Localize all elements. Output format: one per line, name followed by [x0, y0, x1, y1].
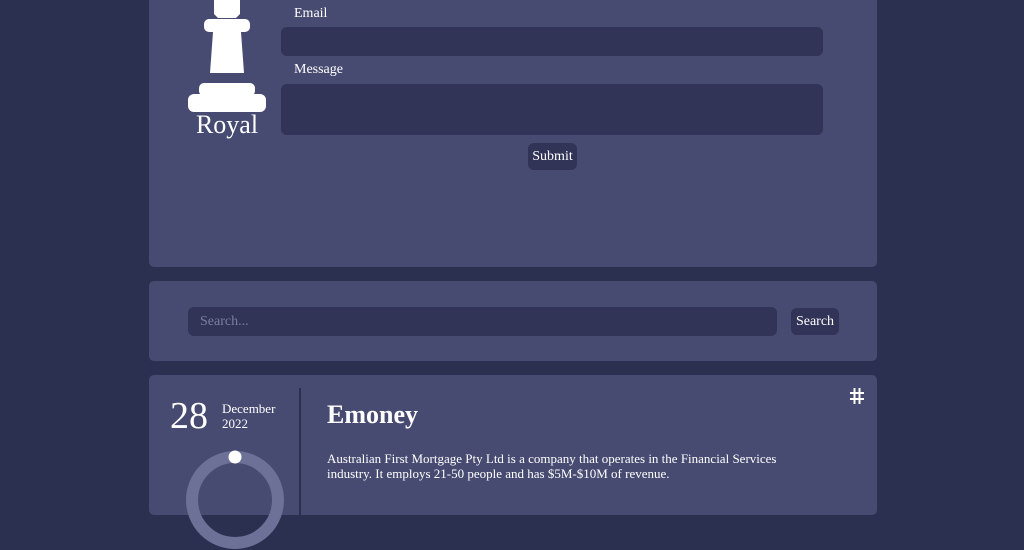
search-panel: Search: [149, 281, 877, 361]
message-field[interactable]: [281, 84, 823, 135]
post-date-month: December: [222, 401, 276, 416]
submit-button[interactable]: Submit: [528, 143, 577, 170]
chess-rook-icon: [188, 0, 266, 112]
message-label: Message: [294, 62, 343, 77]
hash-icon[interactable]: [849, 387, 865, 405]
post-date-day: 28: [170, 395, 208, 437]
email-label: Email: [294, 6, 328, 21]
post-title: Emoney: [327, 400, 418, 429]
brand-name: Royal: [195, 110, 259, 139]
search-button[interactable]: Search: [791, 308, 839, 335]
progress-ring: [186, 450, 284, 549]
email-field[interactable]: [281, 27, 823, 56]
brand-logo: Royal: [186, 0, 268, 150]
progress-ring-knob: [228, 450, 242, 464]
post-body: Australian First Mortgage Pty Ltd is a c…: [327, 451, 777, 481]
post-date-year: 2022: [222, 416, 248, 431]
post-card: 28 December 2022 Emoney Australian First…: [149, 375, 877, 549]
search-input[interactable]: [188, 307, 777, 336]
contact-panel: Royal Email Message Submit: [149, 0, 877, 267]
post-divider: [299, 388, 301, 518]
